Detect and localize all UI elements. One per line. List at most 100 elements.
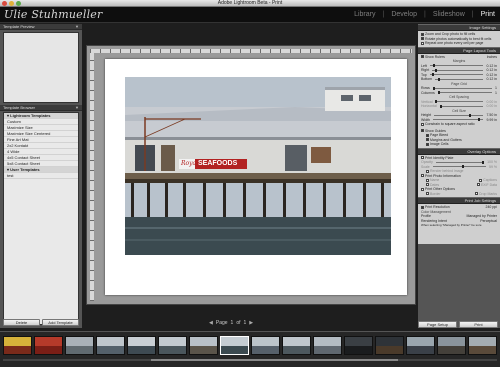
opacity-slider[interactable] [435,160,485,164]
rendering-intent-select[interactable]: Perceptual [480,219,497,224]
module-separator: | [424,11,426,18]
overlay-options-header[interactable]: Overlay Options [418,147,500,155]
filmstrip [0,331,500,367]
cell-height-slider[interactable] [434,113,484,117]
next-page-icon[interactable]: ▶ [249,320,253,326]
minimize-window-button[interactable] [9,1,14,6]
identity-plate: Ulie Stuhmueller [4,8,103,21]
rows-slider[interactable] [432,86,493,90]
print-resolution-checkbox[interactable] [421,205,424,209]
keep-square-label: Constrain to square aspect ratio [425,122,475,126]
crop-marks-checkbox[interactable] [474,192,478,196]
filmstrip-scrollbar[interactable] [3,359,497,361]
margins-gutters-checkbox[interactable] [426,138,429,142]
left-panel: Template Preview ▼ Template Browser ▼ ▾ … [0,24,82,328]
filmstrip-thumbnail[interactable] [468,336,497,355]
page-layout-header[interactable]: Page Layout Tools [418,46,500,54]
border-checkbox[interactable] [426,192,429,196]
captions-checkbox[interactable] [479,178,483,182]
module-separator: | [471,11,474,18]
filmstrip-thumbnail[interactable] [437,336,466,355]
filmstrip-thumbnail[interactable] [96,336,125,355]
repeat-checkbox[interactable] [421,41,424,45]
filmstrip-thumbnail[interactable] [375,336,404,355]
photo-sign-seafoods: SEAFOODS [198,160,238,167]
previous-page-icon[interactable]: ◀ [209,320,213,326]
margin-left-slider[interactable] [429,64,484,68]
collapse-triangle-icon[interactable]: ▼ [75,24,79,30]
rulers-unit-select[interactable]: Inches [487,55,497,60]
photo-info-checkbox[interactable] [421,174,424,178]
filmstrip-thumbnail[interactable] [65,336,94,355]
image-settings-header[interactable]: Image Settings [418,24,500,31]
render-behind-checkbox[interactable] [426,169,429,173]
keep-square-checkbox[interactable] [421,122,424,126]
other-options-checkbox[interactable] [421,187,424,191]
print-identity-checkbox[interactable] [421,156,424,160]
zoom-crop-label: Zoom and Crop photo to fill cells [425,32,476,36]
filmstrip-scroll-thumb[interactable] [151,359,399,361]
page-setup-button[interactable]: Page Setup [418,321,457,328]
image-cells-checkbox[interactable] [426,142,429,146]
filmstrip-thumbnail[interactable] [251,336,280,355]
module-develop[interactable]: Develop [391,7,417,23]
filmstrip-thumbnail[interactable] [158,336,187,355]
cell-width-value[interactable]: 9.99 in [486,118,497,123]
module-library[interactable]: Library [354,7,375,23]
filmstrip-thumbnail[interactable] [3,336,32,355]
print-button[interactable]: Print [459,321,498,328]
template-item[interactable]: test [4,173,78,179]
print-canvas: Royal SEAFOODS [86,45,416,305]
filmstrip-thumbnail[interactable] [406,336,435,355]
margin-right-slider[interactable] [432,68,484,72]
print-page: Royal SEAFOODS [105,59,407,295]
horizontal-spacing-slider[interactable] [439,104,484,108]
module-separator: | [382,11,385,18]
template-browser-header[interactable]: Template Browser ▼ [0,105,82,111]
image-settings-section: Zoom and Crop photo to fill cells Rotate… [418,31,500,47]
print-identity-label: Print Identity Plate [425,155,454,160]
add-template-button[interactable]: Add Template [42,319,79,326]
cell-width-slider[interactable] [432,118,484,122]
module-print[interactable]: Print [481,7,495,23]
margin-bottom-slider[interactable] [435,77,484,81]
page-bleed-checkbox[interactable] [426,133,429,137]
columns-slider[interactable] [437,91,493,95]
filmstrip-thumbnail[interactable] [282,336,311,355]
page-layout-section: Show Rulers Inches Margins Left 0.12 in Ri… [418,53,500,148]
scale-slider[interactable] [432,165,487,169]
filmstrip-thumbnail[interactable] [189,336,218,355]
columns-value[interactable]: 1 [495,91,497,96]
filmstrip-thumbnail[interactable] [34,336,63,355]
filmstrip-thumbnail[interactable] [344,336,373,355]
exif-checkbox[interactable] [476,183,480,187]
filmstrip-thumbnail-selected[interactable] [220,336,249,355]
resolution-value[interactable]: 240 ppi [486,205,497,210]
photo-cell[interactable]: Royal SEAFOODS [125,77,391,255]
image-cells-label: Image Cells [430,142,449,146]
close-window-button[interactable] [2,1,7,6]
template-preview-header[interactable]: Template Preview ▼ [0,24,82,30]
rotate-checkbox[interactable] [421,37,424,41]
zoom-window-button[interactable] [16,1,21,6]
show-rulers-checkbox[interactable] [421,55,424,59]
margin-bottom-value[interactable]: 0.12 in [486,77,497,82]
border-label: Border [430,191,441,196]
exif-label: EXIF Data [480,182,497,187]
scale-value[interactable]: 59 % [489,165,497,170]
module-slideshow[interactable]: Slideshow [433,7,465,23]
margin-top-slider[interactable] [429,73,484,77]
collapse-triangle-icon[interactable]: ▼ [75,105,79,111]
delete-template-button[interactable]: Delete [3,319,40,326]
print-job-header[interactable]: Print Job Settings [418,197,500,204]
rotate-label: Rotate photos automatically to best fit … [425,36,492,41]
name-checkbox[interactable] [426,178,429,182]
overlay-options-section: Print Identity Plate Opacity 100 % Scale 5… [418,154,500,197]
zoom-crop-checkbox[interactable] [421,32,424,36]
vertical-spacing-slider[interactable] [435,100,484,104]
dates-checkbox[interactable] [426,183,429,187]
show-guides-checkbox[interactable] [421,129,424,133]
filmstrip-thumbnail[interactable] [127,336,156,355]
filmstrip-thumbnail[interactable] [313,336,342,355]
horizontal-spacing-value[interactable]: 0.00 in [486,104,497,109]
